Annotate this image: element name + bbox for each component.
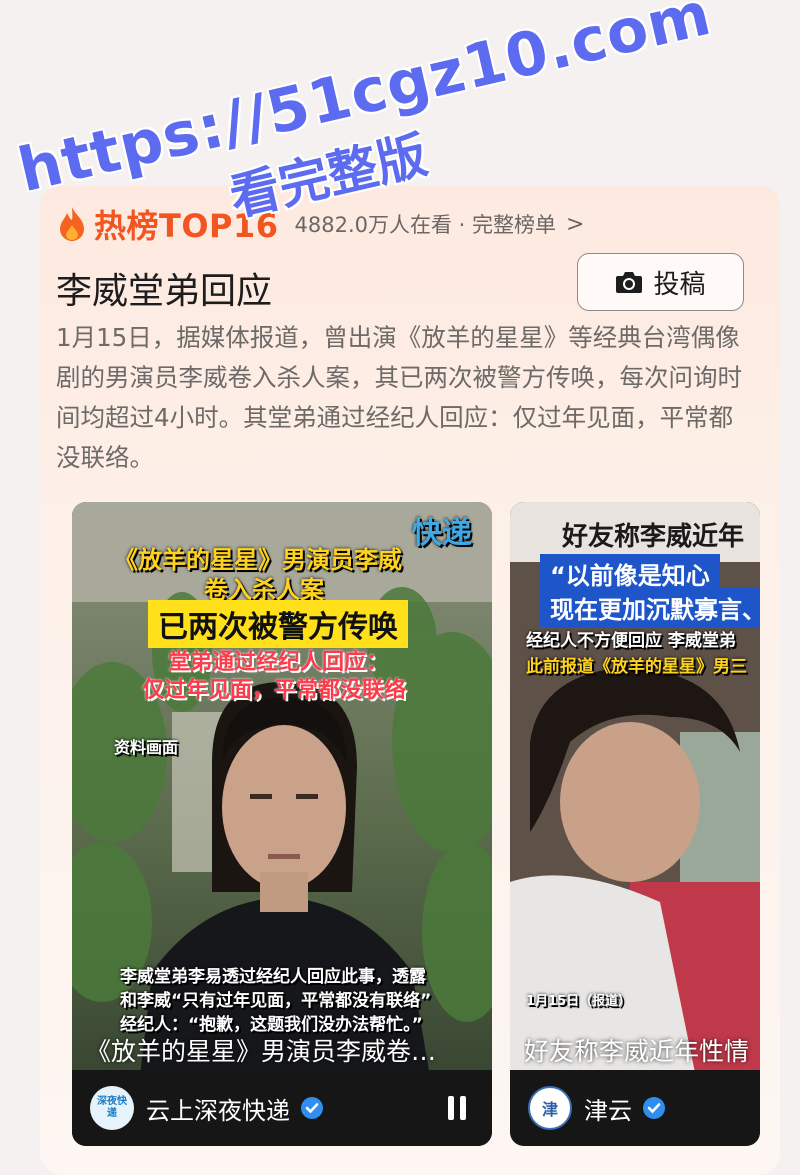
pause-icon[interactable] [446, 1094, 468, 1122]
footage-tag: 资料画面 [114, 738, 179, 757]
verified-icon [301, 1097, 323, 1119]
topic-description: 1月15日，据媒体报道，曾出演《放羊的星星》等经典台湾偶像剧的男演员李威卷入杀人… [56, 323, 742, 472]
watermark-url: https://51cgz10.com [12, 0, 718, 207]
avatar[interactable]: 津 [528, 1086, 572, 1130]
fire-icon [60, 207, 84, 241]
avatar-text: 深夜快递 [97, 1096, 127, 1119]
subtitle-line1: 经纪人不方便回应 李威堂弟 [526, 631, 736, 651]
date-tag: 1月15日（报道） [526, 994, 632, 1009]
hot-list-title[interactable]: 热榜TOP16 [94, 201, 279, 247]
submit-button-label: 投稿 [653, 269, 706, 300]
brand-logo: 快递 [412, 516, 472, 551]
video-card[interactable]: 快递 《放羊的星星》男演员李威 卷入杀人案 已两次被警方传唤 堂弟通过经纪人回应… [72, 502, 492, 1146]
viewer-count[interactable]: 4882.0万人在看 · 完整榜单 [295, 209, 557, 239]
submit-button[interactable]: 投稿 [577, 253, 744, 311]
quote-line2: 现在更加沉默寡言、 [540, 588, 760, 627]
subtitle-line2: 此前报道《放羊的星星》男三 [526, 657, 747, 677]
avatar[interactable]: 深夜快递 [90, 1086, 134, 1130]
video-author-bar: 深夜快递 云上深夜快递 [72, 1070, 492, 1146]
headline-banner: 已两次被警方传唤 [148, 600, 408, 648]
chevron-right-icon[interactable]: > [566, 212, 584, 237]
video-card[interactable]: 好友称李威近年 “以前像是知心 现在更加沉默寡言、 经纪人不方便回应 李威堂弟 … [510, 502, 760, 1146]
headline: 好友称李威近年 [562, 522, 745, 552]
video-title[interactable]: 《放羊的星星》男演员李威卷… [86, 1032, 478, 1068]
video-author-bar: 津 津云 [510, 1070, 760, 1146]
caption-line2: 和李威“只有过年见面，平常都没有联络” [120, 991, 432, 1011]
topic-title: 李威堂弟回应 [56, 271, 273, 312]
caption-line1: 李威堂弟李易透过经纪人回应此事，透露 [120, 967, 426, 987]
author-name[interactable]: 津云 [584, 1091, 632, 1126]
hot-list-row[interactable]: 热榜TOP16 4882.0万人在看 · 完整榜单 > [58, 202, 584, 246]
subtitle-line2: 仅过年见面，平常都没联络 [142, 678, 407, 703]
avatar-text: 津 [541, 1100, 558, 1119]
camera-icon [616, 272, 643, 293]
verified-icon [643, 1097, 665, 1119]
author-name[interactable]: 云上深夜快递 [146, 1091, 290, 1126]
video-title[interactable]: 好友称李威近年性情 [524, 1032, 760, 1068]
